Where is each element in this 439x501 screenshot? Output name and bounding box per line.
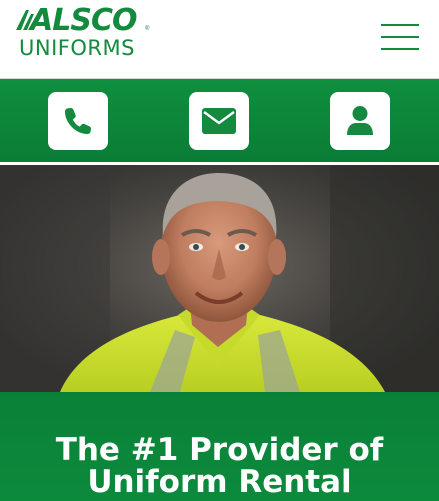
phone-icon	[65, 108, 91, 134]
page-headline: The #1 Provider of Uniform Rental	[0, 434, 439, 498]
alsco-uniforms-logo[interactable]: ALSCO ® UNIFORMS	[14, 3, 154, 64]
headline-line-1: The #1 Provider of	[55, 432, 384, 468]
worker-photo	[0, 165, 439, 392]
envelope-icon	[202, 108, 236, 134]
account-button[interactable]	[330, 92, 390, 150]
user-icon	[347, 106, 373, 135]
menu-bar-middle	[381, 36, 419, 38]
hero-image	[0, 165, 439, 392]
email-button[interactable]	[189, 92, 249, 150]
call-button[interactable]	[48, 92, 108, 150]
quick-action-bar	[0, 79, 439, 162]
site-header: ALSCO ® UNIFORMS	[0, 0, 439, 79]
menu-bar-top	[381, 24, 419, 26]
headline-section: The #1 Provider of Uniform Rental	[0, 392, 439, 501]
logo-wordmark-top: ALSCO	[30, 3, 137, 38]
headline-line-2: Uniform Rental	[87, 464, 352, 500]
logo-registered-mark: ®	[145, 26, 150, 32]
hamburger-menu-icon[interactable]	[381, 24, 419, 50]
logo-wordmark-bottom: UNIFORMS	[19, 36, 135, 60]
menu-bar-bottom	[381, 48, 419, 50]
